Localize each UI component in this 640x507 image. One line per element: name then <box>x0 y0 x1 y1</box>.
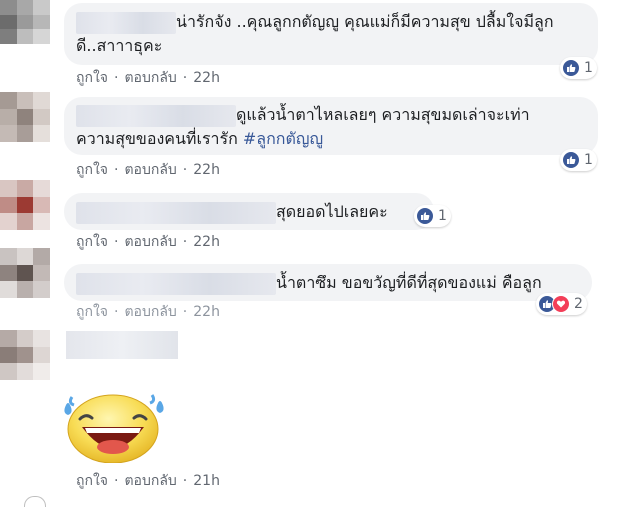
avatar[interactable] <box>0 180 50 230</box>
comment-bubble: ดูแล้วน้ำตาไหลเลยๆ ความสุขมดเล่าจะเท่า ค… <box>64 97 598 155</box>
reply-link[interactable]: ตอบกลับ <box>124 70 176 86</box>
reply-link[interactable]: ตอบกลับ <box>124 162 176 178</box>
avatar[interactable] <box>0 248 50 298</box>
comment-actions: ถูกใจ · ตอบกลับ · 22h <box>76 234 220 250</box>
comment-bubble: สุดยอดไปเลยคะ <box>64 193 434 230</box>
reply-link[interactable]: ตอบกลับ <box>124 304 176 320</box>
reaction-count: 1 <box>584 152 593 168</box>
commenter-name[interactable] <box>76 272 276 295</box>
like-reaction-icon <box>416 207 434 225</box>
reaction-count: 1 <box>584 60 593 76</box>
comment-text-line1: ดูแล้วน้ำตาไหลเลยๆ ความสุขมดเล่าจะเท่า <box>236 105 530 124</box>
reaction-count: 1 <box>438 208 447 224</box>
comment-actions: ถูกใจ · ตอบกลับ · 22h <box>76 162 220 178</box>
reaction-count: 2 <box>574 296 583 312</box>
comment-text-line2: ดี..สาาาธุคะ <box>76 35 163 55</box>
reaction-badge[interactable]: 1 <box>414 205 451 227</box>
timestamp[interactable]: 22h <box>193 234 220 250</box>
comment-text-line1: น่ารักจัง ..คุณลูกกตัญญู คุณแม่ก็มีความส… <box>176 12 554 31</box>
commenter-name[interactable] <box>76 201 276 224</box>
like-reaction-icon <box>562 151 580 169</box>
timestamp[interactable]: 21h <box>193 473 220 489</box>
reaction-badge[interactable]: 1 <box>560 149 597 171</box>
like-reaction-icon <box>562 59 580 77</box>
avatar[interactable] <box>0 0 50 44</box>
like-link[interactable]: ถูกใจ <box>76 162 108 178</box>
timestamp[interactable]: 22h <box>193 304 220 320</box>
comment-actions: ถูกใจ · ตอบกลับ · 22h <box>76 304 220 320</box>
comment-bubble: น้ำตาซึม ขอขวัญที่ดีที่สุดของแม่ คือลูก <box>64 264 592 301</box>
timestamp[interactable]: 22h <box>193 70 220 86</box>
reply-link[interactable]: ตอบกลับ <box>124 473 176 489</box>
reply-link[interactable]: ตอบกลับ <box>124 234 176 250</box>
laughing-emoji-sticker[interactable] <box>58 383 168 464</box>
comment-text-line2: ความสุขของคนที่เรารัก <box>76 128 238 148</box>
like-link[interactable]: ถูกใจ <box>76 304 108 320</box>
commenter-name[interactable] <box>66 331 178 359</box>
commenter-name[interactable] <box>76 11 176 34</box>
avatar[interactable] <box>0 92 50 142</box>
love-reaction-icon <box>552 295 570 313</box>
comment-bubble: น่ารักจัง ..คุณลูกกตัญญู คุณแม่ก็มีความส… <box>64 3 598 65</box>
like-link[interactable]: ถูกใจ <box>76 70 108 86</box>
like-link[interactable]: ถูกใจ <box>76 473 108 489</box>
reaction-badge[interactable]: 2 <box>536 293 587 315</box>
timestamp[interactable]: 22h <box>193 162 220 178</box>
like-link[interactable]: ถูกใจ <box>76 234 108 250</box>
comment-actions: ถูกใจ · ตอบกลับ · 22h <box>76 70 220 86</box>
comment-actions: ถูกใจ · ตอบกลับ · 21h <box>76 473 220 489</box>
commenter-name[interactable] <box>76 104 236 127</box>
reaction-badge[interactable]: 1 <box>560 57 597 79</box>
avatar[interactable] <box>0 330 50 380</box>
hashtag-link[interactable]: #ลูกกตัญญู <box>243 129 323 148</box>
comment-text-line1: สุดยอดไปเลยคะ <box>276 202 388 221</box>
comment-text-line1: น้ำตาซึม ขอขวัญที่ดีที่สุดของแม่ คือลูก <box>276 273 542 292</box>
